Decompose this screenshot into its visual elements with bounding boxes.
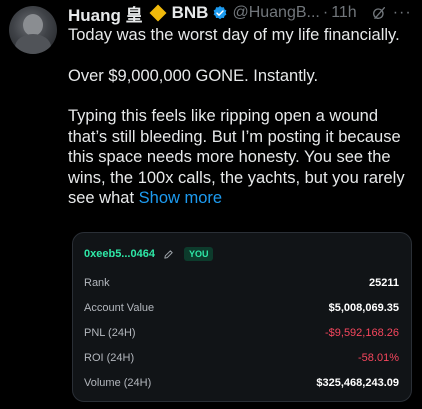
tweet-time[interactable]: 11h — [331, 4, 357, 22]
stat-row-roi: ROI (24H) -58.01% — [84, 350, 399, 366]
verified-icon — [214, 6, 227, 20]
trading-card[interactable]: 0xeeb5...0464 YOU Rank 25211 Account Val… — [72, 232, 412, 402]
stat-value: $5,008,069.35 — [328, 302, 399, 314]
show-more-link[interactable]: Show more — [139, 189, 222, 207]
tweet-line-3-text: Typing this feels like ripping open a wo… — [68, 107, 405, 207]
edit-pencil-icon[interactable] — [163, 249, 174, 260]
author-badge-text: BNB — [171, 3, 209, 22]
author-name[interactable]: Huang 皇 — [68, 1, 143, 26]
tweet-line-2: Over $9,000,000 GONE. Instantly. — [68, 66, 319, 85]
binance-diamond-icon — [149, 4, 167, 22]
stat-row-account-value: Account Value $5,008,069.35 — [84, 300, 399, 316]
separator-dot: · — [322, 4, 329, 21]
stat-value: -58.01% — [358, 352, 399, 364]
stat-label: Rank — [84, 277, 110, 289]
more-icon[interactable]: ··· — [393, 4, 412, 22]
stat-value: 25211 — [369, 277, 399, 289]
stat-label: Volume (24H) — [84, 377, 152, 389]
stat-label: Account Value — [84, 302, 155, 314]
card-header: 0xeeb5...0464 YOU — [84, 247, 214, 261]
author-handle[interactable]: @HuangB... — [232, 4, 319, 22]
you-badge: YOU — [183, 247, 214, 261]
grok-icon[interactable] — [371, 5, 387, 21]
wallet-address[interactable]: 0xeeb5...0464 — [84, 248, 155, 260]
stat-value: -$9,592,168.26 — [324, 327, 399, 339]
tweet-line-1: Today was the worst day of my life finan… — [68, 26, 400, 44]
tweet-text: Today was the worst day of my life finan… — [68, 25, 418, 209]
avatar[interactable] — [9, 6, 57, 54]
stat-value: $325,468,243.09 — [316, 377, 399, 389]
stat-row-pnl: PNL (24H) -$9,592,168.26 — [84, 325, 399, 341]
stat-row-rank: Rank 25211 — [84, 275, 399, 291]
tweet-line-3: Typing this feels like ripping open a wo… — [68, 106, 418, 209]
stat-row-volume: Volume (24H) $325,468,243.09 — [84, 375, 399, 391]
stat-label: ROI (24H) — [84, 352, 135, 364]
stat-label: PNL (24H) — [84, 327, 136, 339]
tweet-header: Huang 皇 BNB @HuangB... · 11h ··· — [68, 1, 416, 26]
